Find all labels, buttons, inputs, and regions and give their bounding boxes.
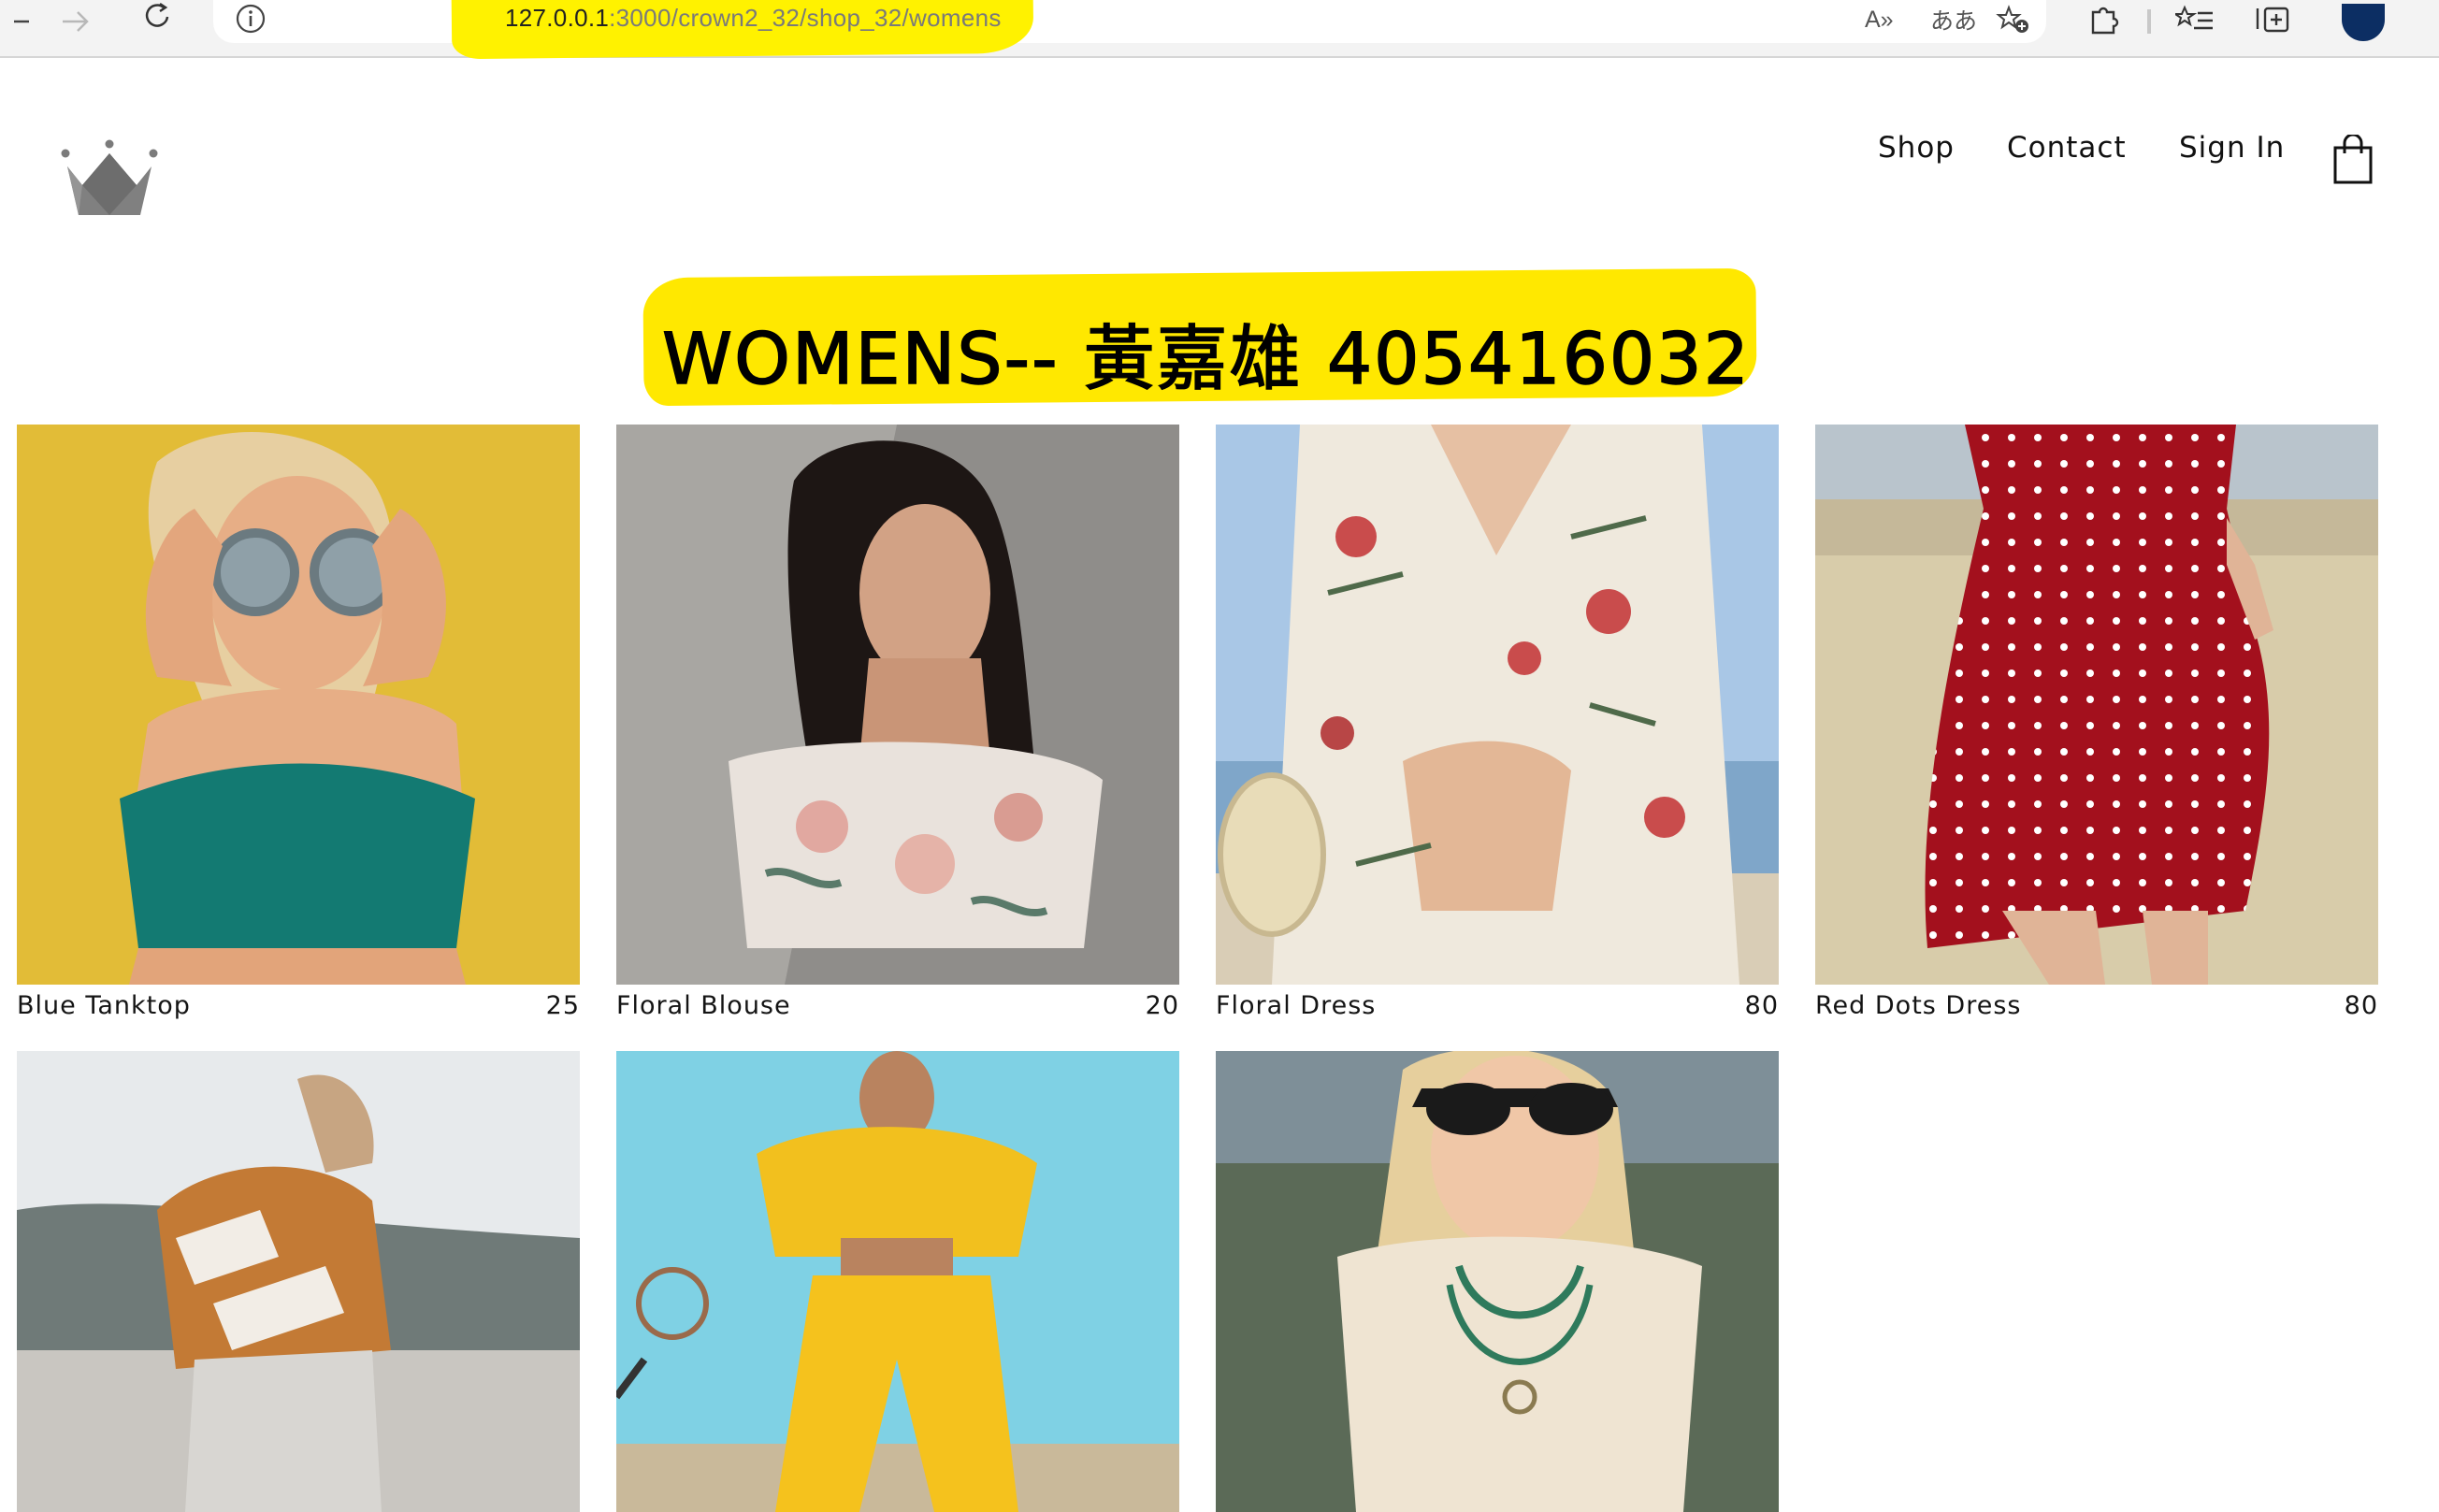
product-price: 20 (1145, 991, 1179, 1020)
product-name: Blue Tanktop (17, 991, 191, 1020)
translate-icon: ああ (1930, 8, 1978, 35)
collections-button[interactable] (2254, 4, 2295, 36)
product-image[interactable] (17, 1051, 580, 1512)
product-image[interactable] (17, 425, 580, 985)
product-image[interactable] (1216, 425, 1779, 985)
page-title: WOMENS-- 黃嘉雄 405416032 (661, 316, 1751, 401)
nav-sign-in-link[interactable]: Sign In (2179, 131, 2285, 165)
product-image[interactable] (616, 1051, 1179, 1512)
address-bar[interactable]: 127.0.0.1:3000/crown2_32/shop_32/womens … (213, 0, 2046, 60)
product-photo-icon (1216, 1051, 1779, 1512)
translate-button[interactable]: ああ (1930, 4, 1977, 36)
star-add-icon (1996, 5, 2028, 33)
product-name: Floral Blouse (616, 991, 791, 1020)
back-arrow-icon (14, 20, 29, 23)
product-name: Red Dots Dress (1815, 991, 2022, 1020)
product-photo-icon (616, 1051, 1179, 1512)
product-photo-icon (17, 425, 580, 985)
back-button[interactable] (0, 0, 43, 37)
product-caption: Red Dots Dress 80 (1815, 991, 2378, 1032)
favorites-button[interactable] (2175, 4, 2216, 36)
reload-button[interactable] (137, 0, 180, 37)
product-photo-icon (1815, 425, 2378, 985)
shopping-bag-icon[interactable] (2332, 133, 2374, 189)
nav-contact-link[interactable]: Contact (2007, 131, 2127, 165)
favorites-list-icon (2175, 5, 2213, 30)
url-path: :3000/crown2_32/shop_32/womens (609, 4, 1002, 32)
toolbar-divider (2147, 9, 2151, 34)
product-image[interactable] (1815, 425, 2378, 985)
forward-arrow-icon (63, 11, 89, 32)
url-host: 127.0.0.1 (505, 4, 610, 32)
product-caption: Floral Blouse 20 (616, 991, 1179, 1032)
product-image[interactable] (1216, 1051, 1779, 1512)
add-favorite-button[interactable] (1996, 4, 2033, 36)
forward-button[interactable] (54, 0, 97, 37)
reload-icon (145, 2, 169, 27)
product-name: Floral Dress (1216, 991, 1377, 1020)
url-text[interactable]: 127.0.0.1:3000/crown2_32/shop_32/womens (505, 4, 1002, 33)
product-photo-icon (616, 425, 1179, 985)
product-caption: Floral Dress 80 (1216, 991, 1779, 1032)
puzzle-icon (2091, 7, 2119, 35)
product-price: 80 (2344, 991, 2378, 1020)
read-aloud-icon: A» (1865, 6, 1894, 33)
main-nav: Shop Contact Sign In (0, 131, 2439, 187)
read-aloud-button[interactable]: A» (1865, 4, 1894, 36)
extensions-button[interactable] (2085, 4, 2123, 36)
nav-shop-link[interactable]: Shop (1878, 131, 1955, 165)
product-caption: Blue Tanktop 25 (17, 991, 580, 1032)
product-price: 25 (545, 991, 580, 1020)
browser-toolbar: 127.0.0.1:3000/crown2_32/shop_32/womens … (0, 0, 2439, 60)
site-info-icon[interactable] (234, 4, 267, 37)
product-photo-icon (17, 1051, 580, 1512)
product-photo-icon (1216, 425, 1779, 985)
product-price: 80 (1744, 991, 1779, 1020)
collections-icon (2256, 7, 2289, 33)
product-image[interactable] (616, 425, 1179, 985)
profile-avatar[interactable] (2342, 4, 2385, 41)
